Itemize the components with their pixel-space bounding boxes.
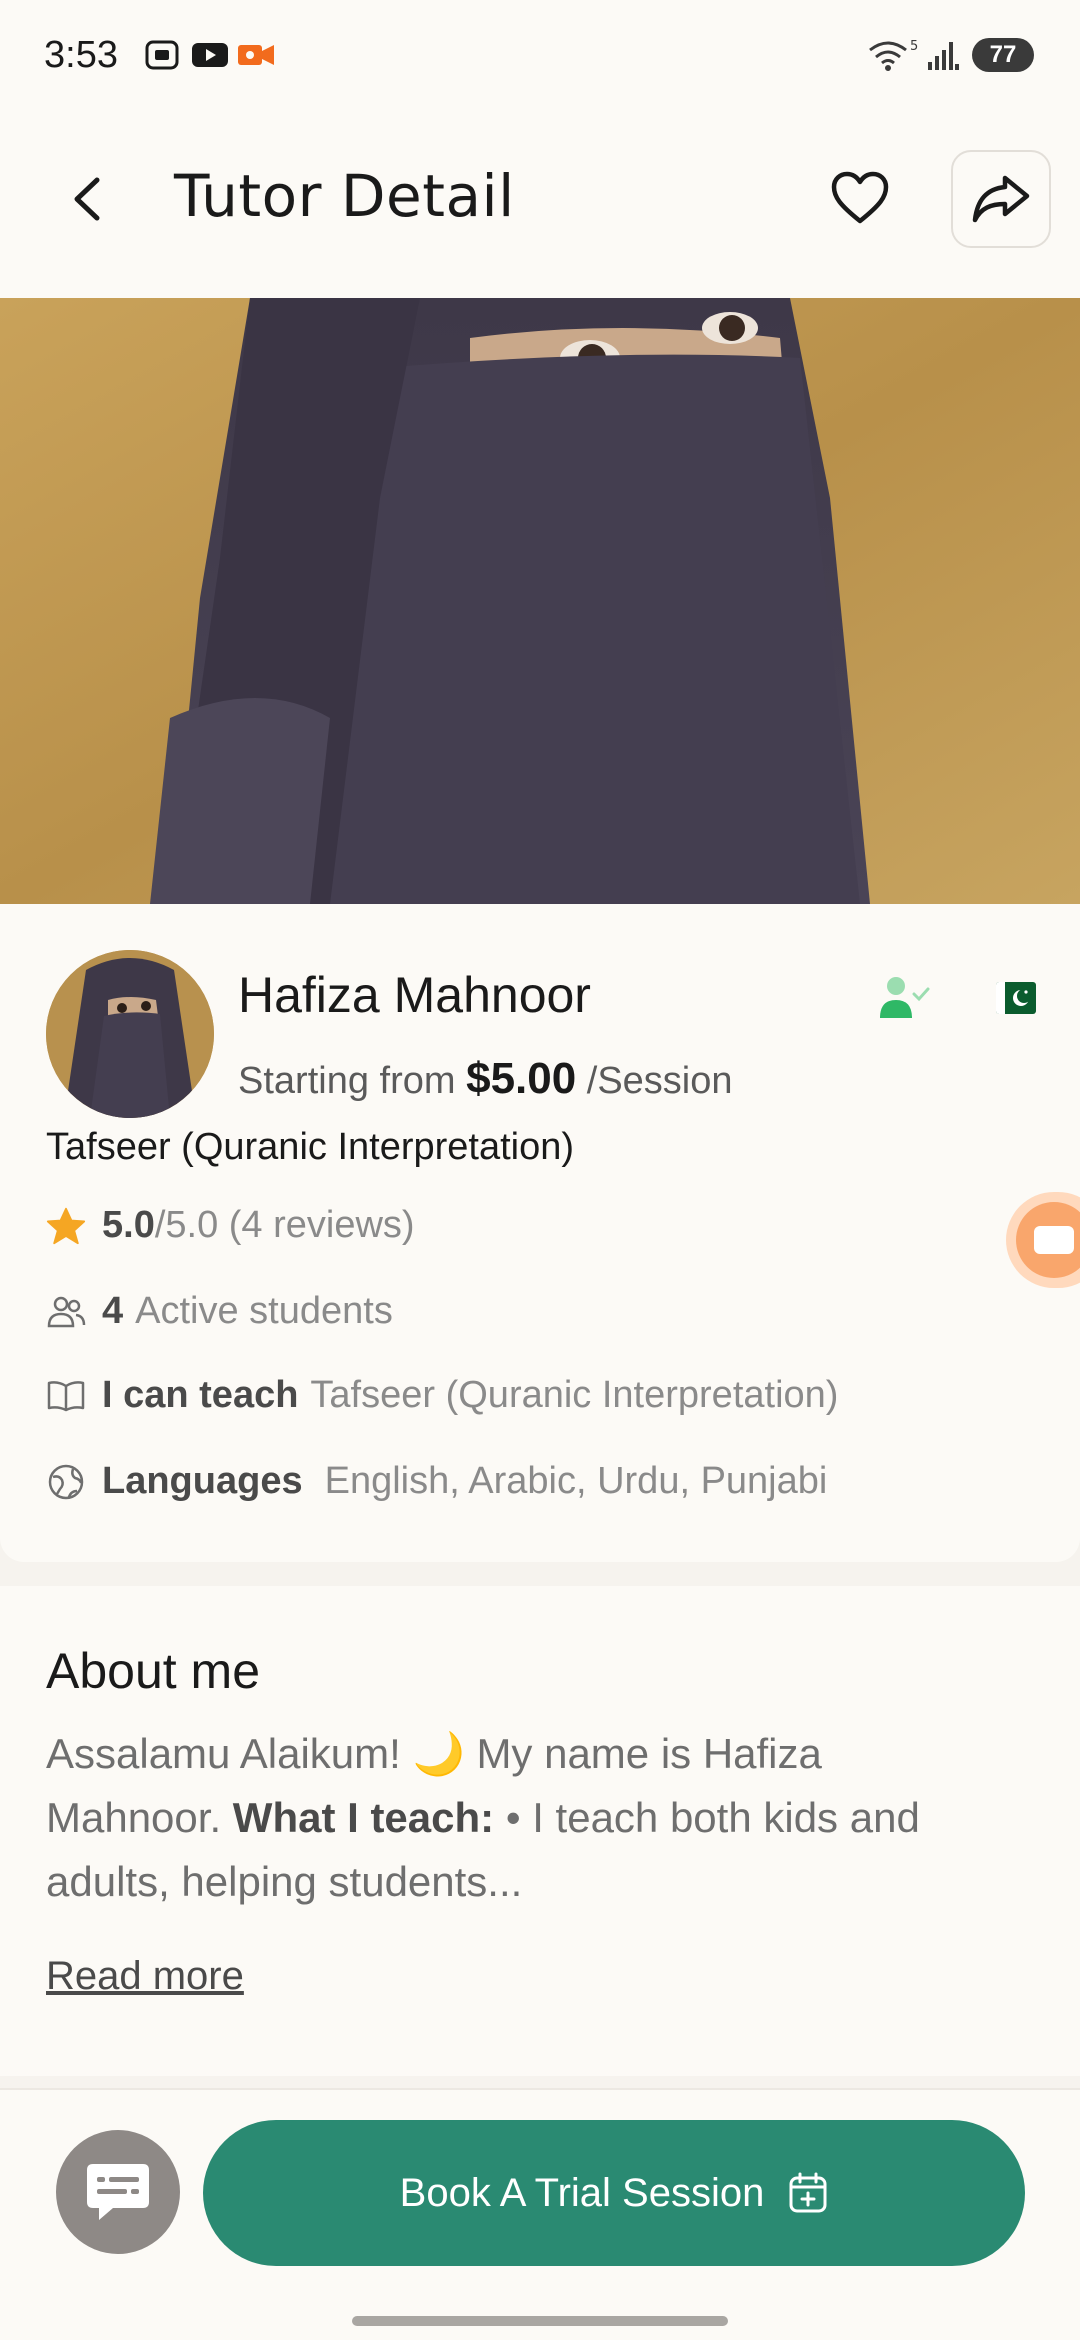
favorite-button[interactable] — [822, 160, 898, 236]
tutor-profile-card: Hafiza Mahnoor Starting from $5.00 /Sess… — [0, 904, 1080, 1562]
rating-row[interactable]: 5.0 /5.0 (4 reviews) — [46, 1204, 415, 1247]
price-value: $5.00 — [466, 1054, 577, 1103]
teach-row: I can teach Tafseer (Quranic Interpretat… — [46, 1374, 838, 1417]
avatar — [46, 950, 214, 1118]
heart-icon — [831, 171, 889, 224]
home-indicator[interactable] — [352, 2316, 728, 2326]
verified-tutor-icon — [880, 977, 930, 1018]
book-trial-label: Book A Trial Session — [399, 2170, 765, 2215]
about-text-bold: What I teach: — [232, 1794, 495, 1841]
app-bar: Tutor Detail — [0, 110, 1080, 298]
book-icon — [46, 1376, 86, 1416]
back-button[interactable] — [52, 164, 122, 234]
share-icon — [972, 175, 1030, 223]
price-line: Starting from $5.00 /Session — [238, 1054, 733, 1104]
rating-suffix: /5.0 (4 reviews) — [154, 1204, 415, 1246]
students-label: Active students — [135, 1290, 393, 1332]
chat-icon — [87, 2164, 149, 2220]
rating-value: 5.0 — [102, 1204, 155, 1246]
languages-row: Languages English, Arabic, Urdu, Punjabi — [46, 1460, 827, 1503]
read-more-link[interactable]: Read more — [46, 1954, 244, 1999]
students-count: 4 — [102, 1290, 124, 1332]
battery-indicator: 77 — [972, 38, 1034, 72]
globe-icon — [46, 1462, 86, 1502]
avatar-image — [46, 950, 214, 1118]
youtube-icon — [192, 43, 228, 67]
tutor-portrait-image — [0, 298, 1080, 904]
students-icon — [46, 1292, 86, 1332]
teach-label: I can teach — [102, 1374, 299, 1416]
languages-value: English, Arabic, Urdu, Punjabi — [324, 1460, 828, 1502]
share-button[interactable] — [951, 150, 1051, 248]
about-text: Assalamu Alaikum! 🌙 My name is Hafiza Ma… — [46, 1722, 1006, 1914]
tutor-cover-photo — [0, 298, 1080, 904]
book-trial-session-button[interactable]: Book A Trial Session — [203, 2120, 1025, 2266]
subject-title: Tafseer (Quranic Interpretation) — [46, 1126, 575, 1168]
students-row: 4 Active students — [46, 1290, 393, 1333]
calendar-add-icon — [789, 2172, 827, 2213]
star-icon — [46, 1206, 86, 1246]
pakistan-flag-icon — [996, 982, 1036, 1014]
price-suffix: /Session — [586, 1060, 733, 1102]
signal-icon — [928, 42, 959, 70]
bottom-action-bar: Book A Trial Session — [0, 2088, 1080, 2340]
teach-value: Tafseer (Quranic Interpretation) — [310, 1374, 839, 1416]
page-title: Tutor Detail — [174, 162, 515, 230]
screenshot-icon — [145, 40, 179, 70]
price-prefix: Starting from — [238, 1060, 456, 1102]
back-arrow-icon — [74, 177, 100, 221]
languages-label: Languages — [102, 1460, 303, 1502]
video-recorder-icon — [238, 45, 274, 65]
video-icon — [1034, 1226, 1074, 1254]
about-title: About me — [46, 1643, 261, 1699]
network-badge: 5 — [910, 39, 918, 54]
about-section: About me Assalamu Alaikum! 🌙 My name is … — [0, 1586, 1080, 2076]
tutor-name: Hafiza Mahnoor — [238, 967, 591, 1023]
chat-button[interactable] — [56, 2130, 180, 2254]
wifi-icon: 5 — [869, 39, 918, 71]
status-bar: 3:53 5 77 — [0, 0, 1080, 110]
status-time: 3:53 — [44, 34, 118, 76]
